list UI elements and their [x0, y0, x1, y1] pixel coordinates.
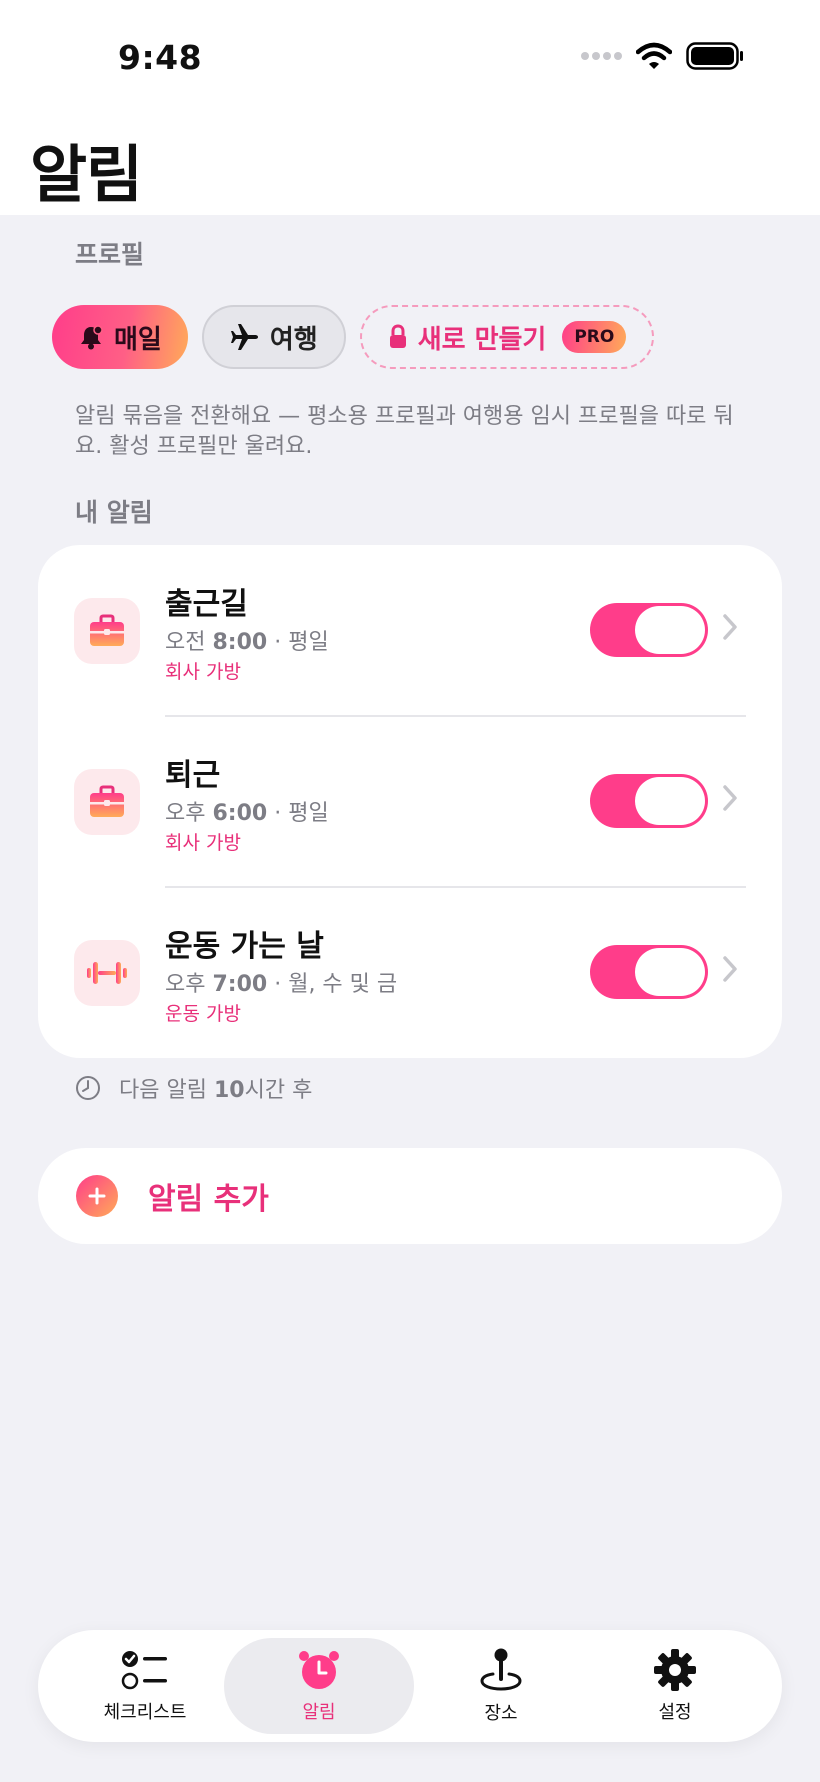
alarm-bag: 운동 가방: [165, 1003, 241, 1025]
profile-chip-label: 매일: [114, 324, 162, 355]
alarm-time-value: 8:00: [212, 630, 268, 655]
alarm-time-value: 7:00: [212, 972, 268, 997]
status-time: 9:48: [118, 38, 203, 77]
tab-bar: 체크리스트 알림 장소 설정: [38, 1630, 782, 1742]
profile-chip-travel[interactable]: 여행: [201, 305, 346, 369]
alarm-time: 오후 6:00 · 평일: [165, 795, 329, 827]
profile-chip-daily[interactable]: 매일: [52, 305, 188, 369]
page-title: 알림: [30, 138, 143, 211]
profile-chip-label: 여행: [269, 324, 318, 355]
profiles-section-label: 프로필: [75, 240, 145, 269]
header: 알림: [0, 120, 820, 215]
alarm-title: 운동 가는 날: [165, 929, 324, 964]
alarm-title: 출근길: [165, 587, 248, 622]
alarm-toggle[interactable]: [590, 603, 708, 657]
tab-places[interactable]: 장소: [406, 1638, 596, 1734]
status-bar: 9:48: [0, 0, 820, 120]
add-alarm-label: 알림 추가: [148, 1182, 269, 1217]
add-alarm-button[interactable]: 알림 추가: [38, 1148, 782, 1244]
dumbbell-icon: [74, 940, 140, 1006]
tab-checklist[interactable]: 체크리스트: [50, 1638, 240, 1734]
next-alarm-info: 다음 알림 10시간 후: [75, 1072, 312, 1104]
bell-icon: [81, 325, 103, 350]
new-profile-label: 새로 만들기: [417, 324, 547, 355]
gear-icon: [654, 1649, 696, 1691]
profile-description: 알림 묶음을 전환해요 — 평소용 프로필과 여행용 임시 프로필을 따로 둬요…: [75, 404, 734, 459]
alarm-bag: 회사 가방: [165, 832, 241, 854]
alarm-row[interactable]: 출근길 오전 8:00 · 평일 회사 가방: [38, 545, 782, 716]
new-profile-button[interactable]: 새로 만들기 PRO: [359, 305, 655, 369]
alarm-time: 오전 8:00 · 평일: [165, 624, 329, 656]
checklist-icon: [121, 1651, 167, 1690]
briefcase-icon: [74, 598, 140, 664]
alarm-toggle[interactable]: [590, 945, 708, 999]
chevron-right-icon: [723, 956, 737, 982]
next-alarm-suffix: 시간 후: [244, 1078, 313, 1103]
alarm-toggle[interactable]: [590, 774, 708, 828]
tab-settings[interactable]: 설정: [580, 1638, 770, 1734]
lock-icon: [389, 324, 406, 348]
tab-label: 장소: [484, 1703, 518, 1724]
alarms-section-label: 내 알림: [75, 498, 153, 527]
plus-icon: [76, 1175, 118, 1217]
location-pin-icon: [480, 1648, 522, 1691]
alarm-days: · 평일: [267, 801, 329, 826]
next-alarm-prefix: 다음 알림: [119, 1078, 207, 1103]
signal-icon: [581, 52, 622, 60]
alarm-row[interactable]: 퇴근 오후 6:00 · 평일 회사 가방: [38, 716, 782, 887]
alarm-time-prefix: 오후: [165, 972, 206, 997]
alarm-days: · 월, 수 및 금: [267, 972, 398, 997]
alarm-bag: 회사 가방: [165, 661, 241, 683]
alarm-time: 오후 7:00 · 월, 수 및 금: [165, 966, 397, 998]
next-alarm-hours: 10: [213, 1078, 245, 1103]
alarm-title: 퇴근: [165, 758, 221, 793]
toggle-knob: [635, 948, 705, 996]
airplane-icon: [230, 324, 258, 350]
pro-badge: PRO: [562, 321, 627, 353]
alarm-list: 출근길 오전 8:00 · 평일 회사 가방 퇴근 오후 6:00 · 평일 회: [38, 545, 782, 1058]
briefcase-icon: [74, 769, 140, 835]
chevron-right-icon: [723, 785, 737, 811]
wifi-icon: [636, 42, 672, 69]
next-alarm-text: 다음 알림 10시간 후: [119, 1072, 312, 1104]
profile-chips: 매일 여행 새로 만들기 PRO: [52, 305, 655, 369]
tab-label: 설정: [658, 1702, 692, 1723]
alarm-time-prefix: 오전: [165, 630, 206, 655]
clock-icon: [76, 1076, 100, 1100]
status-icons: [580, 42, 744, 70]
tab-label: 알림: [302, 1702, 336, 1723]
alarm-time-prefix: 오후: [165, 801, 206, 826]
toggle-knob: [635, 606, 705, 654]
battery-icon: [686, 42, 743, 70]
alarm-days: · 평일: [267, 630, 329, 655]
alarm-time-value: 6:00: [212, 801, 268, 826]
alarm-row[interactable]: 운동 가는 날 오후 7:00 · 월, 수 및 금 운동 가방: [38, 887, 782, 1058]
toggle-knob: [635, 777, 705, 825]
alarm-clock-icon: [299, 1651, 339, 1689]
tab-alarm[interactable]: 알림: [224, 1638, 414, 1734]
chevron-right-icon: [723, 614, 737, 640]
tab-label: 체크리스트: [103, 1702, 187, 1723]
